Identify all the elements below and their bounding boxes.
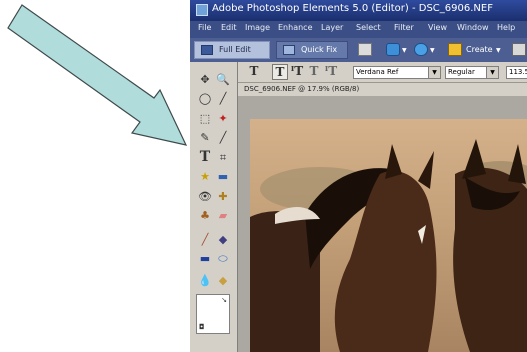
horizontal-type-mask-icon[interactable]: T [306,64,322,80]
document-tab[interactable]: DSC_6906.NEF @ 17.9% (RGB/8) [238,83,527,96]
font-size-input[interactable]: 113.5 [506,66,527,79]
blur-tool-icon[interactable]: 💧 [197,273,213,288]
crop-tool-icon[interactable]: ⌗ [215,150,231,165]
create-chevron-down-icon[interactable]: ▼ [496,47,501,54]
photoshop-window: Adobe Photoshop Elements 5.0 (Editor) - … [190,0,527,352]
menu-file[interactable]: File [198,23,211,32]
eraser-tool-icon[interactable]: ▰ [215,208,231,223]
font-family-select[interactable]: Verdana Ref ▼ [353,66,441,79]
menu-view[interactable]: View [428,23,447,32]
share-icon[interactable] [414,43,428,56]
mode-bar: Full Edit Quick Fix ▼ ▼ Create ▼ [190,38,527,62]
swap-colors-icon[interactable]: ↘ [221,296,227,304]
quick-fix-icon [283,45,295,55]
horizontal-type-icon[interactable]: T [272,64,288,80]
photo-canvas [250,119,527,352]
gradient-tool-icon[interactable]: ▬ [197,251,213,266]
menu-layer[interactable]: Layer [321,23,343,32]
create-button[interactable]: Create [466,45,493,54]
brush-tool-icon[interactable]: ╱ [215,130,231,145]
quick-selection-tool-icon[interactable]: ✎ [197,130,213,145]
red-eye-tool-icon[interactable]: 👁 [197,189,213,204]
shape-tool-icon[interactable]: ⬭ [215,251,231,266]
organizer-icon[interactable] [386,43,400,56]
default-colors-icon[interactable]: ◘ [199,323,205,331]
sponge-tool-icon[interactable]: ◆ [215,273,231,288]
type-tool-icon[interactable]: T [197,150,213,165]
menu-select[interactable]: Select [356,23,381,32]
color-swatches[interactable]: ↘ ◘ [196,294,230,334]
vertical-type-mask-icon[interactable]: ᴵT [323,64,339,80]
lasso-tool-icon[interactable]: ◯ [197,91,213,106]
cookie-cutter-tool-icon[interactable]: ★ [197,169,213,184]
clone-stamp-tool-icon[interactable]: ♣ [197,208,213,223]
full-edit-label: Full Edit [219,45,251,54]
pencil-tool-icon[interactable]: ╱ [197,232,213,247]
editor-icon[interactable] [512,43,526,56]
annotation-arrow [7,4,188,146]
menu-image[interactable]: Image [245,23,270,32]
type-tool-options-icon: T [249,64,259,78]
magic-wand-tool-icon[interactable]: ✦ [215,111,231,126]
window-title: Adobe Photoshop Elements 5.0 (Editor) - … [212,3,493,14]
font-family-value: Verdana Ref [356,68,399,76]
full-edit-button[interactable]: Full Edit [194,41,270,59]
font-style-chevron-down-icon[interactable]: ▼ [486,67,498,78]
paint-bucket-tool-icon[interactable]: ◆ [215,232,231,247]
menu-edit[interactable]: Edit [221,23,237,32]
quick-fix-label: Quick Fix [301,45,338,54]
title-bar: Adobe Photoshop Elements 5.0 (Editor) - … [190,0,527,21]
menu-enhance[interactable]: Enhance [278,23,313,32]
horse-photo [250,119,527,352]
font-style-select[interactable]: Regular ▼ [445,66,499,79]
eyedropper-tool-icon[interactable]: ╱ [215,91,231,106]
share-chevron-down-icon[interactable]: ▼ [430,47,435,54]
document-area: DSC_6906.NEF @ 17.9% (RGB/8) [238,83,527,352]
organizer-chevron-down-icon[interactable]: ▼ [402,47,407,54]
menu-help[interactable]: Help [497,23,515,32]
menu-filter[interactable]: Filter [394,23,414,32]
straighten-tool-icon[interactable]: ▬ [215,169,231,184]
font-style-value: Regular [448,68,475,76]
print-icon[interactable] [358,43,372,56]
arrow-shape [7,4,188,146]
vertical-type-icon[interactable]: ᴵT [289,64,305,80]
healing-brush-tool-icon[interactable]: ✚ [215,189,231,204]
move-tool-icon[interactable]: ✥ [197,72,213,87]
app-icon [196,4,208,16]
full-edit-icon [201,45,213,55]
zoom-tool-icon[interactable]: 🔍 [215,72,231,87]
menu-bar: File Edit Image Enhance Layer Select Fil… [190,21,527,38]
font-family-chevron-down-icon[interactable]: ▼ [428,67,440,78]
create-icon[interactable] [448,43,462,56]
font-size-value: 113.5 [509,68,527,76]
menu-window[interactable]: Window [457,23,489,32]
toolbox: ✥ 🔍 ◯ ╱ ⬚ ✦ ✎ ╱ T ⌗ ★ ▬ 👁 ✚ ♣ ▰ ╱ ◆ ▬ ⬭ … [190,62,238,352]
marquee-tool-icon[interactable]: ⬚ [197,111,213,126]
quick-fix-button[interactable]: Quick Fix [276,41,348,59]
tool-options-bar: T T ᴵT T ᴵT Verdana Ref ▼ Regular ▼ 113.… [190,62,527,83]
